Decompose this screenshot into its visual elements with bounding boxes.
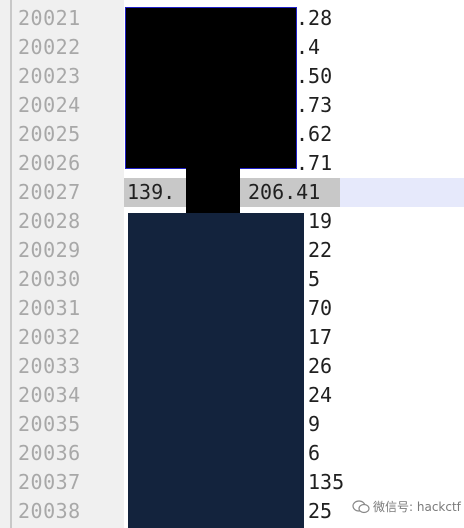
watermark: 微信号: hackctf [350, 497, 463, 516]
code-text[interactable]: .4 [296, 33, 320, 62]
code-text[interactable]: 135 [308, 468, 344, 497]
redaction-block-bottom [128, 213, 304, 528]
code-text-left[interactable]: 139. [127, 178, 175, 207]
line-number: 20030 [18, 267, 81, 291]
code-text[interactable]: 19 [308, 207, 332, 236]
redaction-block-top [126, 8, 296, 168]
code-text[interactable]: .50 [296, 62, 332, 91]
code-text[interactable]: 25 [308, 497, 332, 526]
line-number: 20024 [18, 93, 81, 117]
code-text[interactable]: 26 [308, 352, 332, 381]
line-number: 20028 [18, 209, 81, 233]
line-number: 20021 [18, 6, 81, 30]
code-text[interactable]: .71 [296, 149, 332, 178]
line-number: 20026 [18, 151, 81, 175]
line-number: 20025 [18, 122, 81, 146]
gutter-border [10, 0, 12, 528]
redaction-block-neck [186, 165, 240, 215]
code-text[interactable]: 24 [308, 381, 332, 410]
code-text[interactable]: .28 [296, 4, 332, 33]
code-text[interactable]: 5 [308, 265, 320, 294]
code-text[interactable]: 70 [308, 294, 332, 323]
code-text[interactable]: .73 [296, 91, 332, 120]
line-number: 20036 [18, 441, 81, 465]
line-number: 20032 [18, 325, 81, 349]
code-text[interactable]: .62 [296, 120, 332, 149]
wechat-icon [352, 499, 370, 513]
code-text[interactable]: 22 [308, 236, 332, 265]
line-number: 20035 [18, 412, 81, 436]
code-text[interactable]: 9 [308, 410, 320, 439]
line-number: 20038 [18, 499, 81, 523]
line-number: 20033 [18, 354, 81, 378]
code-text[interactable]: 17 [308, 323, 332, 352]
line-number: 20029 [18, 238, 81, 262]
line-number: 20031 [18, 296, 81, 320]
line-number: 20037 [18, 470, 81, 494]
line-number: 20022 [18, 35, 81, 59]
line-number: 20023 [18, 64, 81, 88]
line-number: 20034 [18, 383, 81, 407]
code-text[interactable]: 6 [308, 439, 320, 468]
line-number: 20027 [18, 180, 81, 204]
code-text-right[interactable]: 206.41 [248, 178, 320, 207]
watermark-text: 微信号: hackctf [373, 500, 461, 514]
